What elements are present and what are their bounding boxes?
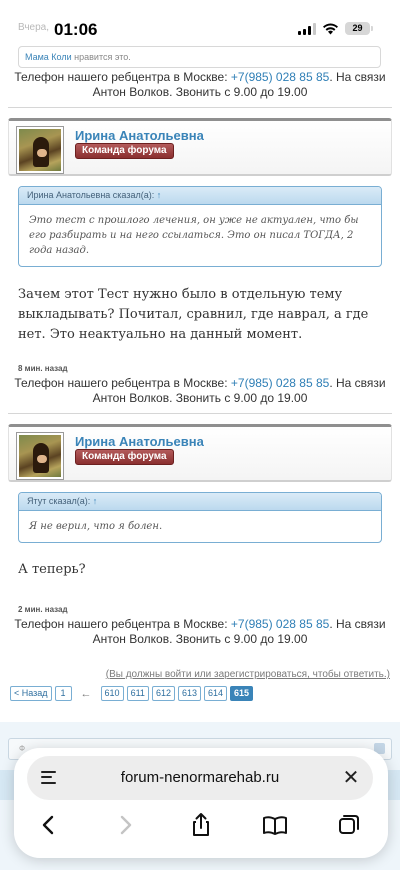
browser-toolbar: forum-nenormarehab.ru ✕: [14, 748, 388, 858]
status-time: 01:06: [54, 20, 98, 39]
page-link[interactable]: 611: [126, 686, 149, 701]
signature-suffix: . На связи: [329, 376, 386, 390]
quote-author: Ирина Анатольевна сказал(а):: [27, 190, 155, 200]
signature: Телефон нашего ребцентра в Москве: +7(98…: [0, 617, 400, 647]
signature-prefix: Телефон нашего ребцентра в Москве:: [14, 617, 228, 631]
post-timestamp[interactable]: 8 мин. назад: [18, 364, 68, 373]
avatar-image: [19, 435, 61, 477]
bookmarks-button[interactable]: [260, 810, 290, 840]
likes-text: нравится это.: [74, 52, 131, 62]
signature-line-2: Антон Волков. Звонить с 9.00 до 19.00: [92, 391, 308, 405]
author-rank-badge: Команда форума: [75, 449, 174, 465]
likes-summary: Мама Коли нравится это.: [18, 46, 381, 68]
post-divider: [8, 413, 392, 414]
tabs-button[interactable]: [334, 810, 364, 840]
signature-line-1: Телефон нашего ребцентра в Москве: +7(98…: [0, 376, 400, 391]
signature-phone-link[interactable]: +7(985) 028 85 85: [231, 376, 329, 390]
signature-line-2: Антон Волков. Звонить с 9.00 до 19.00: [92, 632, 308, 646]
page-link[interactable]: 610: [100, 686, 124, 701]
pagination: < Назад 1 ← 610 611 612 613 614 615: [10, 686, 254, 701]
signature: Телефон нашего ребцентра в Москве: +7(98…: [0, 70, 400, 100]
quote-jump-arrow[interactable]: ↑: [93, 496, 98, 506]
post-timestamp[interactable]: 2 мин. назад: [18, 605, 68, 614]
back-chevron-icon: [42, 815, 54, 835]
login-to-reply-link[interactable]: (Вы должны войти или зарегистрироваться,…: [106, 669, 390, 680]
post-body: А теперь?: [18, 562, 86, 577]
page-skip-arrow: ←: [80, 687, 92, 700]
forward-chevron-icon: [120, 815, 132, 835]
quote-jump-arrow[interactable]: ↑: [157, 190, 162, 200]
battery-icon: 29: [345, 22, 373, 35]
avatar[interactable]: [16, 432, 64, 480]
post-divider: [8, 107, 392, 108]
quote-author: Ятут сказал(а):: [27, 496, 91, 506]
back-button[interactable]: [34, 810, 64, 840]
post-quote: Ирина Анатольевна сказал(а): ↑ Это тест …: [18, 186, 382, 267]
avatar[interactable]: [16, 126, 64, 174]
signature: Телефон нашего ребцентра в Москве: +7(98…: [0, 376, 400, 406]
share-icon: [193, 813, 209, 836]
reply-box-label: Ф: [19, 744, 26, 753]
avatar-image: [19, 129, 61, 171]
signature-suffix: . На связи: [329, 70, 386, 84]
share-button[interactable]: [186, 810, 216, 840]
quote-header: Ирина Анатольевна сказал(а): ↑: [19, 187, 381, 205]
signature-phone-link[interactable]: +7(985) 028 85 85: [231, 617, 329, 631]
prev-page-button[interactable]: < Назад: [10, 686, 52, 701]
post-author-box: Ирина Анатольевна Команда форума: [8, 118, 392, 176]
signature-line-2: Антон Волков. Звонить с 9.00 до 19.00: [92, 85, 308, 99]
quote-text: Я не верил, что я болен.: [29, 521, 163, 532]
wifi-icon: [323, 23, 338, 35]
book-icon: [263, 816, 287, 835]
signature-suffix: . На связи: [329, 617, 386, 631]
status-icons: 29: [298, 22, 373, 35]
page-link[interactable]: 612: [151, 686, 175, 701]
address-bar[interactable]: forum-nenormarehab.ru ✕: [27, 756, 373, 800]
page-link-first[interactable]: 1: [54, 686, 72, 701]
post-body: Зачем этот Тест нужно было в отдельную т…: [18, 287, 369, 342]
signature-prefix: Телефон нашего ребцентра в Москве:: [14, 70, 228, 84]
signature-line-1: Телефон нашего ребцентра в Москве: +7(98…: [0, 617, 400, 632]
signature-line-1: Телефон нашего ребцентра в Москве: +7(98…: [0, 70, 400, 85]
quote-text: Это тест с прошлого лечения, он уже не а…: [29, 215, 359, 256]
post-quote: Ятут сказал(а): ↑ Я не верил, что я боле…: [18, 492, 382, 543]
quote-header: Ятут сказал(а): ↑: [19, 493, 381, 511]
author-rank-badge: Команда форума: [75, 143, 174, 159]
close-icon[interactable]: ✕: [341, 768, 361, 788]
status-bar: Вчера, 01:06 29: [0, 0, 400, 44]
post-author-name[interactable]: Ирина Анатольевна: [75, 128, 204, 143]
browser-nav-row: [14, 810, 388, 840]
signature-prefix: Телефон нашего ребцентра в Москве:: [14, 376, 228, 390]
signature-phone-link[interactable]: +7(985) 028 85 85: [231, 70, 329, 84]
tabs-icon: [339, 815, 359, 834]
page-current: 615: [230, 686, 254, 701]
page-link[interactable]: 613: [177, 686, 201, 701]
forward-button[interactable]: [110, 810, 140, 840]
cellular-signal-icon: [298, 22, 316, 35]
liker-link[interactable]: Мама Коли: [25, 52, 72, 62]
post-author-name[interactable]: Ирина Анатольевна: [75, 434, 204, 449]
url-text[interactable]: forum-nenormarehab.ru: [27, 769, 373, 786]
post-author-box: Ирина Анатольевна Команда форума: [8, 424, 392, 482]
page-link[interactable]: 614: [204, 686, 228, 701]
status-prev-label: Вчера,: [18, 22, 50, 33]
